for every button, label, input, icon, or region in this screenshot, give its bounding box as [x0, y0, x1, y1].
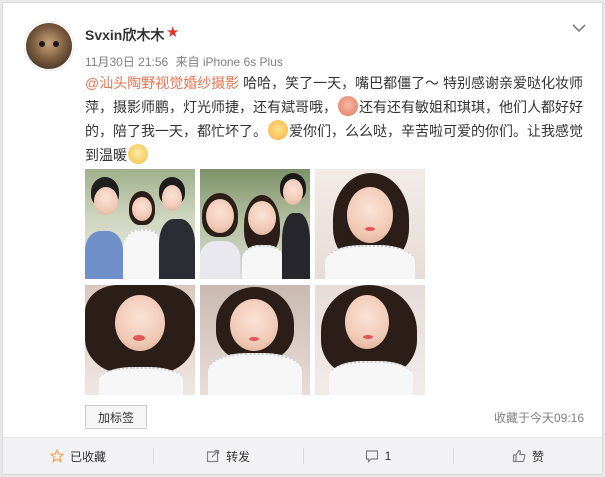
comment-button[interactable]: 1 — [303, 438, 453, 474]
favorite-time: 收藏于今天09:16 — [493, 411, 584, 425]
chevron-down-icon[interactable] — [570, 19, 588, 37]
star-outline-icon — [49, 449, 64, 463]
photo-thumbnail[interactable] — [315, 285, 425, 395]
photo-thumbnail[interactable] — [85, 169, 195, 279]
favorite-label: 已收藏 — [69, 449, 106, 464]
post-meta: 11月30日 21:56 来自 iPhone 6s Plus — [85, 53, 283, 70]
favorite-button[interactable]: 已收藏 — [3, 438, 153, 474]
star-icon: ★ — [166, 24, 180, 41]
action-bar: 已收藏 转发 1 赞 — [3, 437, 602, 474]
comment-icon — [365, 450, 378, 463]
like-button[interactable]: 赞 — [453, 438, 603, 474]
photo-thumbnail[interactable] — [85, 285, 195, 395]
post-source: 来自 iPhone 6s Plus — [175, 55, 283, 69]
post-time[interactable]: 11月30日 21:56 — [85, 55, 168, 69]
thumbs-up-icon — [512, 449, 526, 463]
post-text: @汕头陶野视觉婚纱摄影 哈哈，笑了一天，嘴巴都僵了～ 特别感谢亲爱哒化妆师萍，摄… — [85, 71, 591, 167]
comment-count: 1 — [384, 449, 392, 463]
warm-emoji-icon — [128, 144, 148, 164]
repost-label: 转发 — [225, 449, 250, 464]
avatar[interactable] — [24, 21, 74, 71]
weibo-card: Svxin欣木木 ★ 11月30日 21:56 来自 iPhone 6s Plu… — [2, 2, 603, 475]
mention-link[interactable]: @汕头陶野视觉婚纱摄影 — [85, 75, 239, 91]
repost-icon — [206, 449, 220, 463]
photo-thumbnail[interactable] — [315, 169, 425, 279]
username[interactable]: Svxin欣木木 — [85, 25, 164, 45]
photo-grid — [85, 169, 425, 395]
repost-button[interactable]: 转发 — [153, 438, 303, 474]
hug-emoji-icon — [268, 120, 288, 140]
photo-thumbnail[interactable] — [200, 169, 310, 279]
add-tag-button[interactable]: 加标签 — [85, 405, 147, 429]
photo-thumbnail[interactable] — [200, 285, 310, 395]
like-label: 赞 — [531, 449, 544, 464]
mask-emoji-icon — [338, 96, 358, 116]
